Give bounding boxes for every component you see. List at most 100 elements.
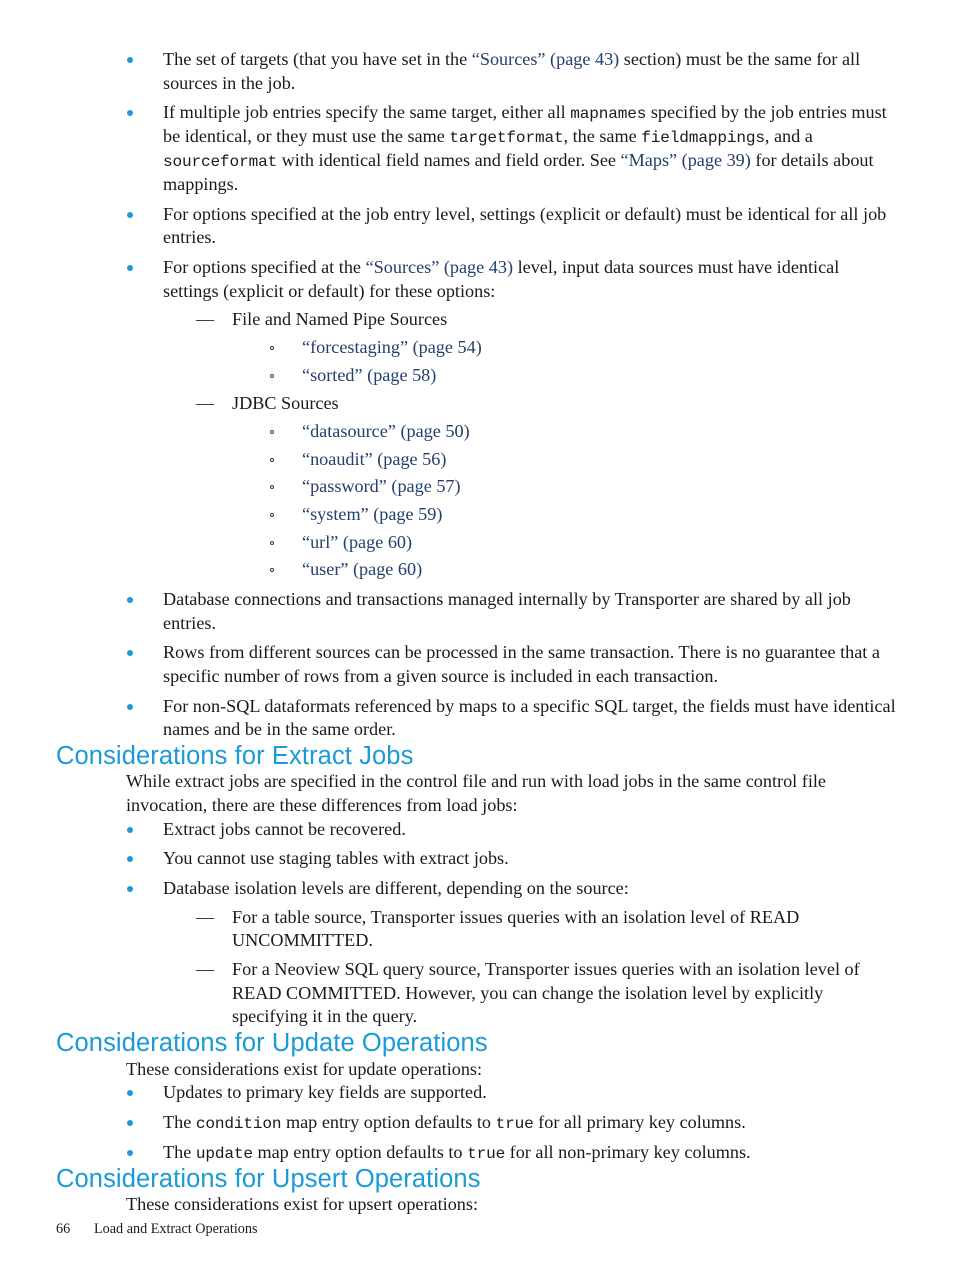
isolation-level-list: — For a table source, Transporter issues…	[196, 906, 896, 1029]
cross-reference-link[interactable]: “Sources” (page 43)	[366, 257, 513, 277]
list-item-text: For options specified at the “Sources” (…	[163, 257, 839, 301]
list-item-text: You cannot use staging tables with extra…	[163, 848, 509, 869]
page-content: The set of targets (that you have set in…	[56, 48, 896, 1217]
list-item: Updates to primary key fields are suppor…	[126, 1081, 896, 1105]
inline-text: Rows from different sources can be proce…	[163, 642, 880, 686]
source-group-label: JDBC Sources	[232, 393, 339, 414]
list-item: “noaudit” (page 56)	[268, 448, 896, 472]
inline-code: fieldmappings	[641, 129, 765, 148]
inline-text: map entry option defaults to	[252, 1141, 468, 1162]
bullet-dot-icon	[127, 265, 133, 272]
document-page: The set of targets (that you have set in…	[0, 0, 954, 1271]
list-item: “forcestaging” (page 54)	[268, 336, 896, 360]
inline-text: For options specified at the job entry l…	[163, 203, 887, 248]
source-group-label: File and Named Pipe Sources	[232, 309, 448, 330]
inline-code: sourceformat	[163, 153, 278, 172]
cross-reference-link[interactable]: “Sources” (page 43)	[472, 49, 619, 69]
option-xref-link[interactable]: “sorted” (page 58)	[302, 365, 436, 385]
bullet-dot-icon	[127, 211, 133, 218]
file-pipe-options-list: “forcestaging” (page 54) “sorted” (page …	[268, 336, 896, 387]
option-xref-link[interactable]: “url” (page 60)	[302, 532, 412, 552]
inline-text: for all non-primary key columns.	[505, 1141, 751, 1162]
update-operations-list: Updates to primary key fields are suppor…	[126, 1081, 896, 1165]
list-item: — For a table source, Transporter issues…	[196, 906, 896, 953]
list-item: — File and Named Pipe Sources “forcestag…	[196, 308, 896, 387]
inline-code: true	[495, 1114, 534, 1133]
option-xref-link[interactable]: “password” (page 57)	[302, 476, 461, 496]
inline-text: Updates to primary key fields are suppor…	[163, 1082, 487, 1103]
em-dash-bullet-icon: —	[196, 906, 215, 927]
option-xref-link[interactable]: “user” (page 60)	[302, 559, 422, 579]
upsert-operations-intro-paragraph: These considerations exist for upsert op…	[126, 1194, 479, 1215]
bullet-dot-icon	[127, 596, 133, 603]
hollow-circle-bullet-icon	[270, 568, 274, 573]
list-item: The set of targets (that you have set in…	[126, 48, 896, 95]
bullet-dot-icon	[127, 110, 133, 117]
extract-jobs-intro-paragraph: While extract jobs are specified in the …	[126, 771, 826, 816]
hollow-circle-bullet-icon	[270, 485, 274, 490]
inline-code: targetformat	[449, 129, 564, 148]
bullet-dot-icon	[127, 703, 133, 710]
list-item-text: Database connections and transactions ma…	[163, 589, 851, 633]
inline-text: For options specified at the	[163, 257, 366, 278]
jdbc-options-list: “datasource” (page 50) “noaudit” (page 5…	[268, 420, 896, 582]
list-item: Rows from different sources can be proce…	[126, 641, 896, 688]
inline-code: true	[467, 1144, 506, 1163]
heading-considerations-for-extract-jobs: Considerations for Extract Jobs	[56, 741, 414, 770]
footer-running-title: Load and Extract Operations	[94, 1221, 258, 1237]
list-item-text: For non-SQL dataformats referenced by ma…	[163, 696, 896, 740]
list-item-text: The condition map entry option defaults …	[163, 1111, 746, 1133]
list-item: Database connections and transactions ma…	[126, 588, 896, 635]
list-item: The update map entry option defaults to …	[126, 1141, 896, 1165]
em-dash-bullet-icon: —	[196, 959, 215, 979]
list-item: The condition map entry option defaults …	[126, 1111, 896, 1135]
option-xref-link[interactable]: “datasource” (page 50)	[302, 421, 470, 441]
option-xref-link[interactable]: “noaudit” (page 56)	[302, 449, 446, 469]
inline-text: , the same	[563, 126, 642, 147]
list-item: “datasource” (page 50)	[268, 420, 896, 444]
inline-text: The	[163, 1141, 196, 1162]
bullet-dot-icon	[127, 1149, 133, 1156]
list-item-text: Extract jobs cannot be recovered.	[163, 818, 406, 839]
list-item: Database isolation levels are different,…	[126, 877, 896, 1029]
option-xref-link[interactable]: “system” (page 59)	[302, 504, 442, 524]
list-item-text: The update map entry option defaults to …	[163, 1141, 751, 1163]
hollow-circle-bullet-icon	[270, 540, 274, 545]
list-item-text: The set of targets (that you have set in…	[163, 49, 860, 93]
load-job-considerations-list: The set of targets (that you have set in…	[126, 48, 896, 742]
cross-reference-link[interactable]: “Maps” (page 39)	[621, 150, 751, 170]
hollow-circle-bullet-icon	[270, 457, 274, 462]
bullet-dot-icon	[127, 1119, 133, 1126]
hollow-circle-bullet-icon	[270, 373, 274, 378]
list-item-text: If multiple job entries specify the same…	[163, 102, 887, 194]
list-item: “url” (page 60)	[268, 531, 896, 555]
source-option-groups-list: — File and Named Pipe Sources “forcestag…	[196, 308, 896, 582]
bullet-dot-icon	[127, 1090, 133, 1097]
inline-text: The set of targets (that you have set in…	[163, 49, 472, 69]
hollow-circle-bullet-icon	[270, 346, 274, 351]
inline-code: condition	[195, 1114, 282, 1133]
inline-text: Database connections and transactions ma…	[163, 588, 851, 633]
option-xref-link[interactable]: “forcestaging” (page 54)	[302, 337, 482, 357]
bullet-dot-icon	[127, 57, 133, 63]
inline-text: The	[163, 1111, 196, 1132]
update-operations-intro-paragraph: These considerations exist for update op…	[126, 1058, 483, 1079]
bullet-dot-icon	[127, 826, 133, 833]
em-dash-bullet-icon: —	[196, 393, 215, 414]
list-item: If multiple job entries specify the same…	[126, 101, 896, 196]
page-footer: 66 Load and Extract Operations	[56, 1221, 258, 1238]
heading-considerations-for-update-operations: Considerations for Update Operations	[56, 1028, 488, 1057]
inline-text: with identical field names and field ord…	[277, 150, 621, 171]
heading-considerations-for-upsert-operations: Considerations for Upsert Operations	[56, 1164, 481, 1193]
list-item: For non-SQL dataformats referenced by ma…	[126, 695, 896, 742]
hollow-circle-bullet-icon	[270, 512, 274, 517]
inline-code: update	[195, 1144, 253, 1163]
list-item: — JDBC Sources “datasource” (page 50) “n…	[196, 392, 896, 582]
list-item-text: Updates to primary key fields are suppor…	[163, 1082, 487, 1102]
inline-code: mapnames	[570, 105, 647, 124]
list-item: For options specified at the “Sources” (…	[126, 256, 896, 582]
list-item-text: Database isolation levels are different,…	[163, 878, 629, 899]
list-item-text: For a table source, Transporter issues q…	[232, 906, 800, 951]
inline-text: If multiple job entries specify the same…	[163, 102, 571, 123]
list-item-text: For options specified at the job entry l…	[163, 204, 886, 248]
